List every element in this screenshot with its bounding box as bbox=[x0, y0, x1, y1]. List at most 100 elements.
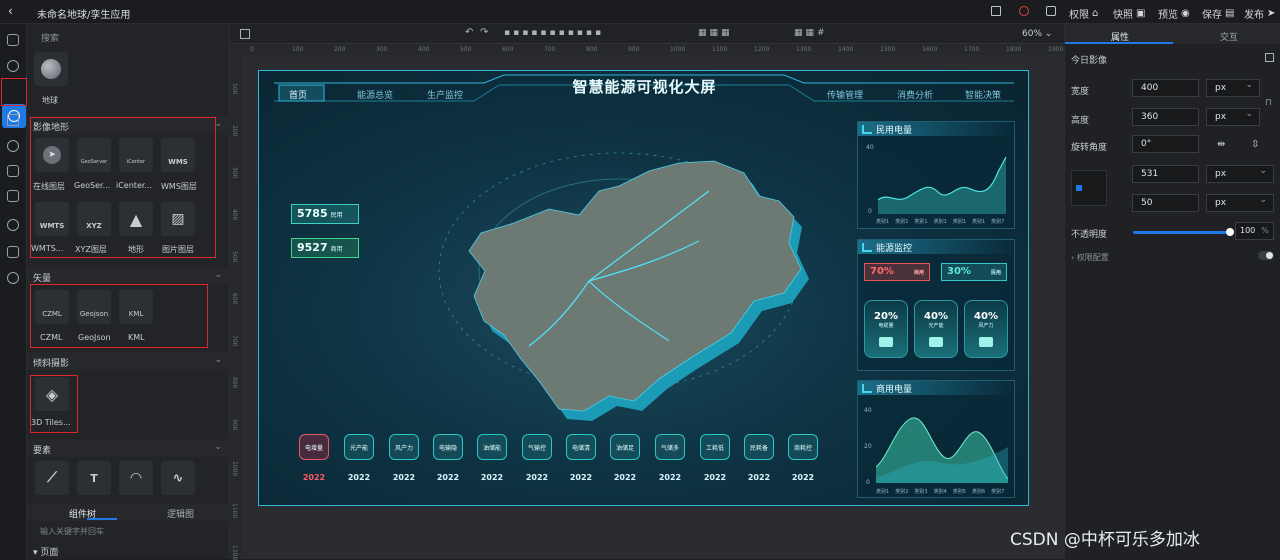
section-oblique-header[interactable]: 倾斜摄影 ⌄ bbox=[27, 352, 230, 370]
opacity-input[interactable]: 100% bbox=[1235, 222, 1274, 240]
save-icon: ▤ bbox=[1225, 8, 1235, 19]
text-marker-tile[interactable]: T bbox=[77, 461, 111, 495]
timeline-item[interactable]: 电输隐 bbox=[433, 434, 463, 460]
timeline-item[interactable]: 光产能 bbox=[344, 434, 374, 460]
tab-underline bbox=[1065, 42, 1173, 44]
chart-icon[interactable] bbox=[7, 114, 19, 126]
y-input[interactable]: 50 bbox=[1132, 194, 1199, 212]
timeline-year: 2022 bbox=[436, 473, 460, 482]
grid-icons[interactable]: ▦▦# bbox=[794, 28, 828, 38]
ruler-tick: 900 bbox=[628, 46, 640, 53]
permission-toggle[interactable] bbox=[1258, 251, 1274, 260]
user-icon[interactable] bbox=[7, 219, 19, 231]
opacity-slider-handle[interactable] bbox=[1226, 228, 1234, 236]
tab-interaction[interactable]: 交互 bbox=[1220, 30, 1238, 43]
permission-button[interactable]: 权限 ⌂ bbox=[1069, 6, 1098, 21]
y-unit-select[interactable]: px bbox=[1206, 194, 1274, 212]
timeline-item[interactable]: 商耗控 bbox=[788, 434, 818, 460]
polyline-tile[interactable]: ⟋ bbox=[35, 461, 69, 495]
layers-icon[interactable] bbox=[7, 60, 19, 72]
nav-transmission[interactable]: 传输管理 bbox=[827, 88, 863, 101]
timeline-year: 2022 bbox=[791, 473, 815, 482]
timeline-item[interactable]: 工耗低 bbox=[700, 434, 730, 460]
tree-root-item[interactable]: ▾ 页面 bbox=[33, 545, 58, 558]
layout-icons[interactable]: ▦▦▦ bbox=[698, 28, 733, 38]
globe-label: 地球 bbox=[42, 96, 58, 105]
timeline-item[interactable]: 风产力 bbox=[389, 434, 419, 460]
x-input[interactable]: 531 bbox=[1132, 165, 1199, 183]
timeline-item[interactable]: 油储能 bbox=[477, 434, 507, 460]
monitor-icon[interactable] bbox=[1046, 6, 1056, 16]
search-label[interactable]: 搜索 bbox=[41, 31, 59, 44]
nav-consumption[interactable]: 消费分析 bbox=[897, 88, 933, 101]
rotation-label: 旋转角度 bbox=[1071, 143, 1108, 153]
timeline-year: 2022 bbox=[569, 473, 593, 482]
cloud-icon[interactable] bbox=[7, 140, 19, 152]
ruler-tick: 200 bbox=[334, 46, 346, 53]
highlight-box bbox=[1, 78, 27, 106]
nav-production[interactable]: 生产监控 bbox=[427, 88, 463, 101]
timeline-item[interactable]: 电储清 bbox=[566, 434, 596, 460]
branch-icon[interactable] bbox=[7, 272, 19, 284]
flip-horizontal-icon[interactable]: ⇹ bbox=[1217, 139, 1225, 150]
timeline-item[interactable]: 民耗备 bbox=[744, 434, 774, 460]
polyline-icon: ⟋ bbox=[47, 470, 57, 486]
stat-card: 40% 风产力 bbox=[964, 300, 1008, 358]
x-unit-select[interactable]: px bbox=[1206, 165, 1274, 183]
rotation-input[interactable]: 0° bbox=[1132, 135, 1199, 153]
cube-icon[interactable] bbox=[7, 165, 19, 177]
timeline-item[interactable]: 油储足 bbox=[610, 434, 640, 460]
camera-icon: ▣ bbox=[1136, 8, 1146, 19]
globe-tile[interactable] bbox=[34, 52, 68, 86]
ruler-tick: 1000 bbox=[670, 46, 686, 53]
timeline-item[interactable]: 电增量 bbox=[299, 434, 329, 460]
tree-search-input[interactable]: 输入关键字并回车 bbox=[40, 526, 104, 537]
align-icons[interactable]: ▪▪▪▪▪▪▪▪▪▪▪ bbox=[504, 28, 604, 38]
undo-icon[interactable]: ↶ bbox=[465, 27, 473, 38]
copy-icon[interactable] bbox=[1265, 53, 1274, 62]
grid-icon[interactable] bbox=[7, 34, 19, 46]
shirt-icon[interactable] bbox=[991, 6, 1001, 16]
path-tile[interactable]: ∿ bbox=[161, 461, 195, 495]
x-axis-labels: 类别1 类别2 类别3 类别4 类别5 类别6 类别7 bbox=[876, 489, 1005, 495]
height-unit-select[interactable]: px bbox=[1206, 108, 1260, 126]
save-button[interactable]: 保存 ▤ bbox=[1202, 6, 1234, 21]
nav-energy-overview[interactable]: 能源总览 bbox=[357, 88, 393, 101]
preview-button[interactable]: 预览 ◉ bbox=[1158, 6, 1190, 21]
refresh-icon[interactable] bbox=[1019, 6, 1029, 16]
snapshot-button[interactable]: 快照 ▣ bbox=[1113, 6, 1145, 21]
ruler-tick: 100 bbox=[292, 46, 304, 53]
publish-button[interactable]: 发布 ➤ bbox=[1244, 6, 1275, 21]
screen-icon[interactable] bbox=[240, 29, 250, 39]
ruler-tick: 800 bbox=[231, 377, 238, 389]
tab-logic-graph[interactable]: 逻辑图 bbox=[167, 507, 194, 520]
redo-icon[interactable]: ↷ bbox=[480, 27, 488, 38]
folder-icon[interactable] bbox=[7, 246, 19, 258]
copy-icon[interactable] bbox=[7, 190, 19, 202]
ruler-tick: 600 bbox=[502, 46, 514, 53]
section-elements-header[interactable]: 要素 ⌄ bbox=[27, 439, 230, 457]
width-label: 宽度 bbox=[1071, 87, 1090, 97]
height-input[interactable]: 360 bbox=[1132, 108, 1199, 126]
chevron-down-icon: ⌄ bbox=[214, 442, 222, 452]
lock-ratio-icon[interactable]: ⊓ bbox=[1265, 98, 1272, 108]
property-panel: 属性 交互 今日影像 宽度 400 px 高度 360 px ⊓ 旋转角度 0°… bbox=[1064, 24, 1280, 559]
section-vector-header[interactable]: 矢量 ⌄ bbox=[27, 267, 230, 285]
timeline-item[interactable]: 气储多 bbox=[655, 434, 685, 460]
permission-config[interactable]: › 权限配置 bbox=[1071, 252, 1109, 263]
timeline-item[interactable]: 气输控 bbox=[522, 434, 552, 460]
dome-tile[interactable]: ◠ bbox=[119, 461, 153, 495]
back-icon[interactable]: ‹ bbox=[8, 4, 13, 18]
nav-decision[interactable]: 智能决策 bbox=[965, 88, 1001, 101]
ruler-tick: 1900 bbox=[1048, 46, 1064, 53]
nav-home[interactable]: 首页 bbox=[289, 88, 307, 101]
anchor-position-icon[interactable] bbox=[1071, 170, 1107, 206]
width-input[interactable]: 400 bbox=[1132, 79, 1199, 97]
width-unit-select[interactable]: px bbox=[1206, 79, 1260, 97]
opacity-slider[interactable] bbox=[1133, 231, 1229, 234]
dashboard-screen[interactable]: 智慧能源可视化大屏 首页 能源总览 生产监控 传输管理 消费分析 智能决策 57… bbox=[258, 70, 1029, 506]
zoom-select[interactable]: 60% ⌄ bbox=[1022, 29, 1052, 39]
section-title: 今日影像 bbox=[1071, 56, 1108, 66]
flip-vertical-icon[interactable]: ⇳ bbox=[1251, 139, 1259, 150]
timeline-year: 2022 bbox=[703, 473, 727, 482]
